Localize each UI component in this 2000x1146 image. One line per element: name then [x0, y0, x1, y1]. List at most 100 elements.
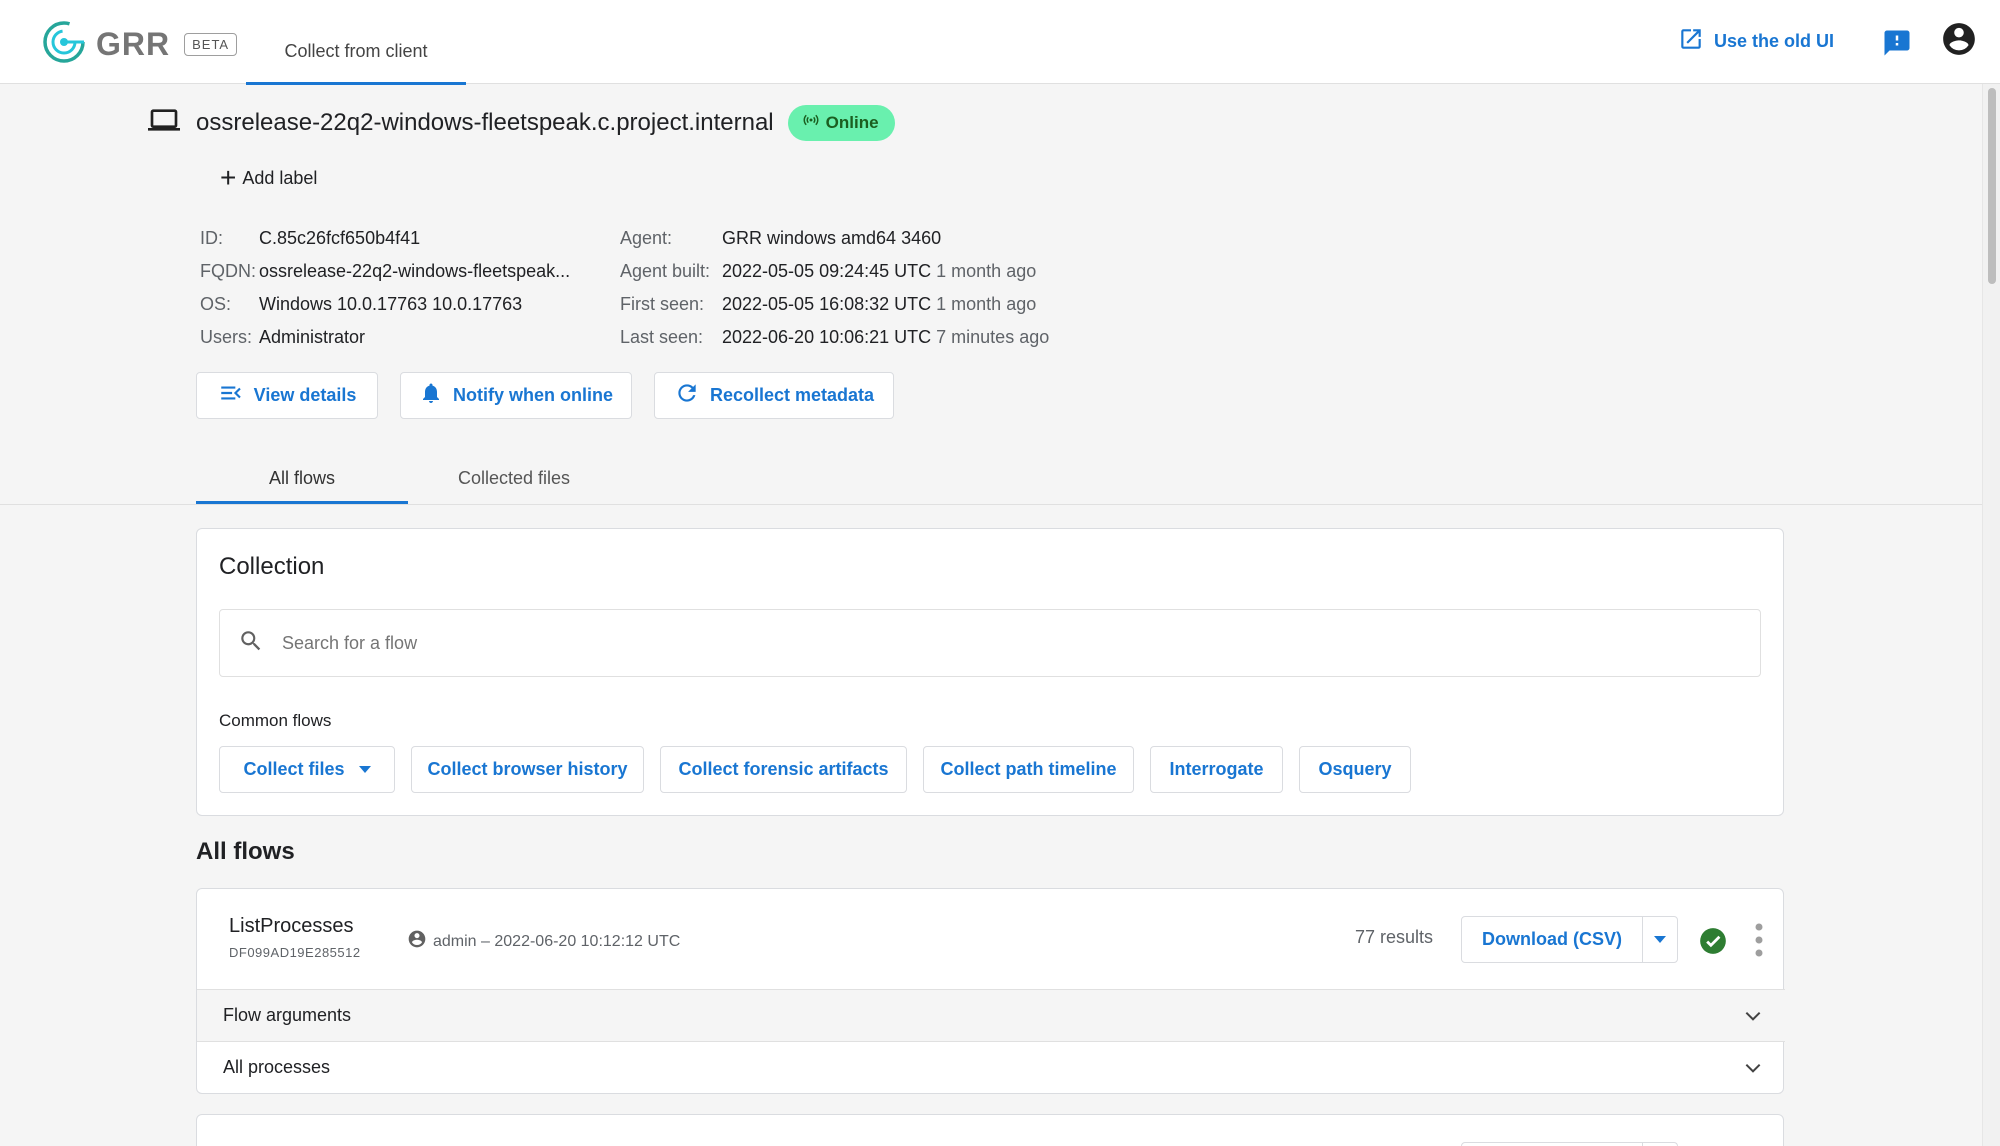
all-flows-title: All flows [196, 838, 295, 865]
notify-label: Notify when online [453, 385, 613, 405]
info-row-agent-built: Agent built: 2022-05-05 09:24:45 UTC 1 m… [620, 255, 1049, 288]
info-value: ossrelease-22q2-windows-fleetspeak... [259, 261, 571, 281]
info-key: OS: [200, 294, 232, 314]
recollect-metadata-button[interactable]: Recollect metadata [654, 372, 894, 419]
recollect-label: Recollect metadata [709, 385, 875, 405]
collection-card: Collection Common flows Collect files Co… [196, 528, 1784, 816]
collect-forensic-artifacts-button[interactable]: Collect forensic artifacts [660, 746, 907, 793]
add-label-button[interactable]: + Add label [220, 164, 317, 192]
collect-path-timeline-button[interactable]: Collect path timeline [923, 746, 1134, 793]
collect-files-label: Collect files [243, 759, 345, 779]
tab-collected-files[interactable]: Collected files [408, 452, 620, 504]
collect-files-button[interactable]: Collect files [219, 746, 395, 793]
info-row-agent: Agent: GRR windows amd64 3460 [620, 222, 1049, 255]
flow-card: ListProcesses DF099AD19E285512 admin – 2… [196, 888, 1785, 1094]
refresh-icon [674, 380, 710, 411]
info-value: Windows 10.0.17763 10.0.17763 [259, 294, 523, 314]
osquery-button[interactable]: Osquery [1299, 746, 1411, 793]
all-processes-label: All processes [223, 1057, 331, 1077]
view-details-label: View details [253, 385, 357, 405]
search-icon [238, 628, 264, 659]
info-key: Last seen: [620, 327, 704, 347]
more-vert-icon [1755, 923, 1763, 961]
open-in-new-icon [1678, 26, 1714, 57]
add-icon: + [220, 162, 237, 193]
flow-results-count: 77 results [1355, 927, 1434, 947]
info-row-users: Users: Administrator [200, 321, 570, 354]
feedback-button[interactable] [1882, 28, 1912, 63]
client-hostname: ossrelease-22q2-windows-fleetspeak.c.pro… [196, 108, 774, 136]
info-value: GRR windows amd64 3460 [722, 228, 942, 248]
flow-card-next [196, 1114, 1784, 1146]
flow-arguments-panel[interactable]: Flow arguments [197, 989, 1785, 1041]
view-details-button[interactable]: View details [196, 372, 378, 419]
chevron-down-icon [1743, 1006, 1763, 1031]
online-status-chip: Online [787, 104, 895, 141]
all-processes-panel[interactable]: All processes [197, 1041, 1785, 1093]
notify-when-online-button[interactable]: Notify when online [400, 372, 632, 419]
tab-collect-from-client[interactable]: Collect from client [246, 0, 466, 85]
client-info-left: ID: C.85c26fcf650b4f41 FQDN: ossrelease-… [200, 222, 570, 354]
app-logo[interactable]: GRR BETA [40, 18, 238, 71]
info-key: Users: [200, 327, 253, 347]
info-value: 2022-05-05 09:24:45 UTC [722, 261, 932, 281]
chevron-down-icon [1743, 1058, 1763, 1083]
view-details-icon [218, 380, 254, 411]
info-row-first-seen: First seen: 2022-05-05 16:08:32 UTC 1 mo… [620, 288, 1049, 321]
info-key: ID: [200, 228, 224, 248]
flow-name: ListProcesses [229, 915, 354, 937]
laptop-icon [148, 104, 180, 141]
flow-meta: admin – 2022-06-20 10:12:12 UTC [407, 929, 680, 954]
flow-menu-button[interactable] [1755, 923, 1763, 962]
check-circle-icon [1699, 928, 1727, 959]
info-row-os: OS: Windows 10.0.17763 10.0.17763 [200, 288, 570, 321]
relative-time: 1 month ago [936, 261, 1037, 281]
info-key: First seen: [620, 294, 705, 314]
use-old-ui-label: Use the old UI [1714, 31, 1835, 51]
beta-badge: BETA [184, 33, 238, 56]
use-old-ui-link[interactable]: Use the old UI [1678, 26, 1834, 57]
relative-time: 1 month ago [936, 294, 1037, 314]
info-row-fqdn: FQDN: ossrelease-22q2-windows-fleetspeak… [200, 255, 570, 288]
online-status-label: Online [825, 112, 879, 132]
flow-search-input[interactable] [282, 632, 1682, 654]
interrogate-button[interactable]: Interrogate [1150, 746, 1283, 793]
client-header: ossrelease-22q2-windows-fleetspeak.c.pro… [148, 104, 895, 141]
tabs-divider [0, 504, 1982, 505]
person-icon [407, 929, 433, 954]
flow-search-box[interactable] [219, 609, 1761, 677]
page-scrollbar[interactable] [1982, 84, 2000, 1146]
download-dropdown-partial[interactable] [1642, 1142, 1678, 1146]
info-key: Agent: [620, 228, 673, 248]
info-row-last-seen: Last seen: 2022-06-20 10:06:21 UTC 7 min… [620, 321, 1049, 354]
download-button-partial[interactable] [1461, 1142, 1643, 1146]
info-value: C.85c26fcf650b4f41 [259, 228, 421, 248]
account-button[interactable] [1940, 20, 1978, 63]
info-row-id: ID: C.85c26fcf650b4f41 [200, 222, 570, 255]
caret-down-icon [1654, 936, 1666, 943]
client-info-right: Agent: GRR windows amd64 3460 Agent buil… [620, 222, 1049, 354]
flow-creator-time: admin – 2022-06-20 10:12:12 UTC [433, 932, 681, 950]
download-csv-button[interactable]: Download (CSV) [1461, 916, 1643, 963]
info-value: 2022-05-05 16:08:32 UTC [722, 294, 932, 314]
info-key: Agent built: [620, 261, 711, 281]
add-label-text: Add label [242, 167, 318, 188]
collection-title: Collection [219, 553, 325, 580]
scrollbar-thumb[interactable] [1988, 88, 1996, 284]
common-flows-label: Common flows [219, 711, 332, 730]
feedback-icon [1882, 30, 1912, 62]
grr-logo-icon [40, 18, 88, 71]
flow-status [1699, 927, 1727, 960]
flow-id: DF099AD19E285512 [229, 945, 361, 960]
bell-icon [419, 381, 453, 410]
collect-browser-history-button[interactable]: Collect browser history [411, 746, 644, 793]
info-key: FQDN: [200, 261, 256, 281]
info-value: 2022-06-20 10:06:21 UTC [722, 327, 932, 347]
signal-icon [802, 111, 826, 134]
flow-arguments-label: Flow arguments [223, 1005, 352, 1025]
account-icon [1940, 23, 1978, 62]
tab-all-flows[interactable]: All flows [196, 452, 408, 504]
top-app-bar: GRR BETA Collect from client Use the old… [0, 0, 2000, 85]
download-format-dropdown[interactable] [1642, 916, 1678, 963]
relative-time: 7 minutes ago [936, 327, 1050, 347]
